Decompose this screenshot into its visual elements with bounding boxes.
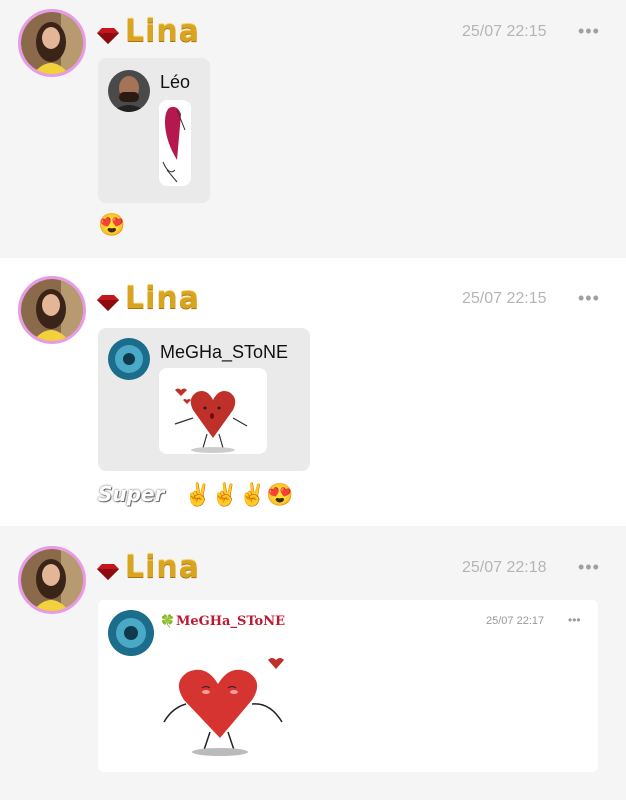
- quoted-image[interactable]: [159, 100, 191, 186]
- reaction-emoji: 😍: [98, 212, 126, 237]
- post-1: Lina 25/07 22:15 ••• Léo 😍: [0, 0, 626, 258]
- quoted-author-avatar[interactable]: [108, 70, 150, 112]
- nested-more-icon[interactable]: •••: [568, 613, 581, 627]
- author-avatar[interactable]: [18, 276, 86, 344]
- post-timestamp: 25/07 22:15: [462, 23, 547, 40]
- quoted-author-name[interactable]: Léo: [160, 72, 190, 93]
- post-timestamp: 25/07 22:18: [462, 559, 547, 576]
- author-name[interactable]: Lina: [125, 281, 200, 316]
- quoted-image[interactable]: [159, 368, 267, 454]
- author-name[interactable]: Lina: [125, 14, 200, 49]
- post-2: Lina 25/07 22:15 ••• MeGHa_SToNE Super ✌…: [0, 258, 626, 526]
- more-options-icon[interactable]: •••: [578, 557, 600, 578]
- clover-icon: 🍀: [160, 614, 175, 628]
- gem-icon: [97, 564, 119, 580]
- nested-image[interactable]: [158, 642, 308, 760]
- author-avatar[interactable]: [18, 546, 86, 614]
- quoted-author-name[interactable]: MeGHa_SToNE: [160, 342, 288, 363]
- quoted-author-avatar[interactable]: [108, 338, 150, 380]
- gem-icon: [97, 295, 119, 311]
- post-timestamp: 25/07 22:15: [462, 290, 547, 307]
- quoted-post[interactable]: MeGHa_SToNE: [98, 328, 310, 471]
- nested-post[interactable]: 🍀 MeGHa_SToNE 25/07 22:17 •••: [98, 600, 598, 772]
- nested-author-avatar[interactable]: [108, 610, 154, 656]
- more-options-icon[interactable]: •••: [578, 21, 600, 42]
- nested-timestamp: 25/07 22:17: [486, 615, 545, 627]
- more-options-icon[interactable]: •••: [578, 288, 600, 309]
- post-3: Lina 25/07 22:18 ••• 🍀 MeGHa_SToNE 25/07…: [0, 526, 626, 800]
- author-name[interactable]: Lina: [125, 550, 200, 585]
- nested-author-name[interactable]: MeGHa_SToNE: [176, 614, 285, 629]
- quoted-post[interactable]: Léo: [98, 58, 210, 203]
- gem-icon: [97, 28, 119, 44]
- author-avatar[interactable]: [18, 9, 86, 77]
- post-caption: Super: [98, 482, 165, 506]
- reaction-emoji: ✌️✌️✌️😍: [184, 482, 294, 507]
